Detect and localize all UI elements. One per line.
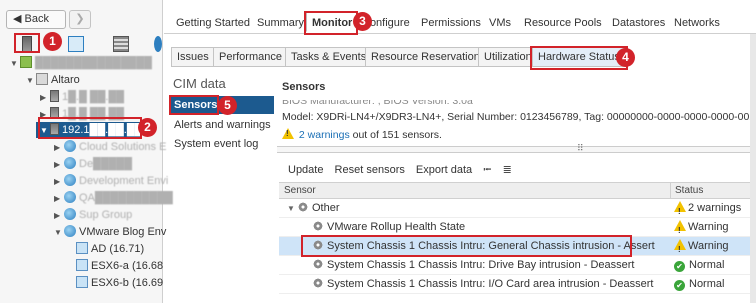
datacenter-icon xyxy=(36,73,48,85)
check-icon: ✔ xyxy=(674,261,685,272)
sensors-pane: Sensors BIOS Manufacturer: , BIOS Versio… xyxy=(277,75,756,303)
model-info: Model: X9DRi-LN4+/X9DR3-LN4+, Serial Num… xyxy=(282,111,756,123)
column-sensor[interactable]: Sensor xyxy=(284,183,316,198)
sensors-title: Sensors xyxy=(282,81,326,93)
vm-view-icon[interactable] xyxy=(68,36,84,52)
tab-getting-started[interactable]: Getting Started xyxy=(171,13,255,33)
callout-badge-2: 2 xyxy=(138,118,157,137)
callout-badge-4: 4 xyxy=(616,48,635,67)
tree-item-vm[interactable]: AD (16.71) xyxy=(76,241,144,257)
callout-box-2 xyxy=(38,117,142,139)
vapp-icon xyxy=(64,208,76,220)
subtab-utilization[interactable]: Utilization xyxy=(478,47,538,67)
vapp-icon xyxy=(64,174,76,186)
tree-item-vm[interactable]: ESX6-a (16.68 xyxy=(76,258,163,274)
scrollbar[interactable] xyxy=(750,34,756,303)
expand-icon: ▼ xyxy=(54,228,62,237)
vapp-icon xyxy=(64,157,76,169)
table-row[interactable]: System Chassis 1 Chassis Intru: Drive Ba… xyxy=(279,256,756,275)
network-view-icon[interactable] xyxy=(154,36,162,52)
expand-icon: ▶ xyxy=(54,160,61,169)
tree-item-vapp[interactable]: ▶ De█████ xyxy=(54,156,132,172)
callout-box-4 xyxy=(530,46,628,70)
vm-icon xyxy=(76,276,88,288)
vapp-icon xyxy=(64,225,76,237)
table-row[interactable]: System Chassis 1 Chassis Intru: I/O Card… xyxy=(279,275,756,294)
expand-icon: ▼ xyxy=(10,59,18,68)
tree-item-vapp[interactable]: ▶ Development Envi xyxy=(54,173,168,189)
callout-badge-3: 3 xyxy=(353,12,372,31)
gear-icon xyxy=(313,278,323,288)
tree-item-vapp[interactable]: ▶ Sup Group xyxy=(54,207,132,223)
subtab-tasks-events[interactable]: Tasks & Events xyxy=(285,47,373,67)
splitter-grip-icon: ⠿ xyxy=(577,143,584,153)
forward-button[interactable]: ❯ xyxy=(69,10,91,29)
warnings-rest: out of 151 sensors. xyxy=(352,129,442,141)
tab-resource-pools[interactable]: Resource Pools xyxy=(519,13,607,33)
tab-permissions[interactable]: Permissions xyxy=(416,13,486,33)
tree-item-vapp[interactable]: ▼ VMware Blog Env xyxy=(54,224,166,240)
tree-item-datacenter[interactable]: ▼ Altaro xyxy=(26,72,80,88)
cim-item-event-log[interactable]: System event log xyxy=(171,135,274,153)
datacenter-icon xyxy=(20,56,32,68)
expand-icon: ▶ xyxy=(54,194,61,203)
tab-networks[interactable]: Networks xyxy=(669,13,725,33)
expand-icon: ▼ xyxy=(26,76,34,85)
callout-badge-1: 1 xyxy=(43,32,62,51)
storage-view-icon[interactable] xyxy=(113,36,129,52)
expand-icon: ▶ xyxy=(54,143,61,152)
gear-icon xyxy=(313,259,323,269)
expand-icon: ▶ xyxy=(54,177,61,186)
vapp-icon xyxy=(64,140,76,152)
tree-item-host[interactable]: ▶ 1█.█ ██.██ xyxy=(40,89,124,105)
cim-title: CIM data xyxy=(173,76,226,91)
table-row[interactable]: ▼ Other 2 warnings xyxy=(279,199,756,221)
gear-icon xyxy=(297,202,308,212)
subtab-issues[interactable]: Issues xyxy=(171,47,215,67)
vm-icon xyxy=(76,259,88,271)
tree-item-vcenter[interactable]: ▼ ███████████████ xyxy=(10,55,152,71)
update-button[interactable]: Update xyxy=(288,164,323,176)
column-status[interactable]: Status xyxy=(670,183,703,198)
expand-all-icon[interactable]: ≣ xyxy=(503,164,512,176)
vapp-icon xyxy=(64,191,76,203)
reset-sensors-button[interactable]: Reset sensors xyxy=(335,164,405,176)
expand-icon: ▶ xyxy=(54,211,61,220)
collapse-icon: ▼ xyxy=(287,204,295,213)
bios-info: BIOS Manufacturer: , BIOS Version: 3.0a xyxy=(282,95,473,107)
callout-badge-5: 5 xyxy=(218,96,237,115)
pane-splitter[interactable]: ⠿ xyxy=(277,143,756,153)
tab-vms[interactable]: VMs xyxy=(484,13,516,33)
vm-icon xyxy=(76,242,88,254)
tab-datastores[interactable]: Datastores xyxy=(607,13,670,33)
warning-icon xyxy=(282,128,294,139)
back-label: Back xyxy=(24,13,49,25)
gear-icon xyxy=(313,221,323,231)
check-icon: ✔ xyxy=(674,280,685,291)
host-icon xyxy=(50,90,59,102)
callout-box-5 xyxy=(169,95,219,115)
tree-item-vapp[interactable]: ▶ QA██████████ xyxy=(54,190,173,206)
tree-item-vm[interactable]: ESX6-b (16.69 xyxy=(76,275,163,291)
subtab-performance[interactable]: Performance xyxy=(213,47,288,67)
collapse-all-icon[interactable]: ⭰ xyxy=(483,164,491,176)
subtab-resource-reservation[interactable]: Resource Reservation xyxy=(365,47,486,67)
tree-item-vapp[interactable]: ▶ Cloud Solutions E xyxy=(54,139,166,155)
object-tabs: Getting Started Summary Monitor Configur… xyxy=(164,10,756,34)
warning-icon xyxy=(674,239,686,259)
cim-item-alerts[interactable]: Alerts and warnings xyxy=(171,116,274,134)
warnings-summary: 2 warnings out of 151 sensors. xyxy=(282,128,442,141)
sensors-grid-header: Sensor Status xyxy=(279,182,756,199)
callout-box-3 xyxy=(304,11,358,35)
back-button[interactable]: ◀ Back xyxy=(6,10,66,29)
sensors-toolbar: Update Reset sensors Export data ⭰ ≣ xyxy=(288,161,520,180)
expand-icon: ▶ xyxy=(40,93,47,102)
tab-summary[interactable]: Summary xyxy=(252,13,309,33)
callout-box-1 xyxy=(14,33,40,53)
export-data-button[interactable]: Export data xyxy=(416,164,472,176)
warning-icon xyxy=(674,201,686,221)
warnings-link[interactable]: 2 warnings xyxy=(299,129,350,141)
warning-icon xyxy=(674,220,686,240)
callout-box-row xyxy=(301,235,632,257)
